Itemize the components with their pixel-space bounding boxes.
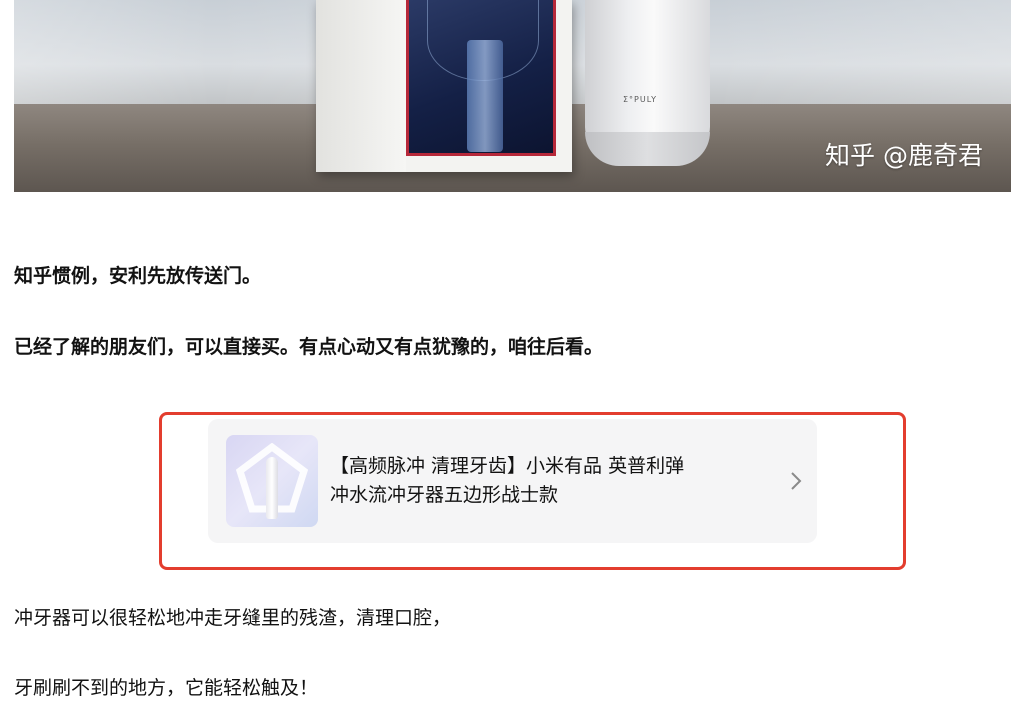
product-box: [316, 0, 572, 172]
image-watermark: 知乎 @鹿奇君: [825, 141, 983, 170]
paragraph-intro: 知乎惯例，安利先放传送门。: [14, 265, 262, 287]
product-title[interactable]: 【高频脉冲 清理牙齿】小米有品 英普利弹 冲水流冲牙器五边形战士款: [330, 452, 780, 510]
water-flosser-bottle: Σ°PULY: [585, 0, 710, 166]
bottle-brand-text: Σ°PULY: [623, 95, 658, 104]
chevron-right-icon[interactable]: [786, 469, 806, 493]
product-link-card[interactable]: 【高频脉冲 清理牙齿】小米有品 英普利弹 冲水流冲牙器五边形战士款: [208, 419, 817, 543]
box-panel: [406, 0, 556, 156]
product-thumbnail: [226, 435, 318, 527]
flosser-thumbnail-icon: [266, 457, 278, 519]
paragraph-buy-note: 已经了解的朋友们，可以直接买。有点心动又有点犹豫的，咱往后看。: [14, 336, 604, 358]
product-title-line2: 冲水流冲牙器五边形战士款: [330, 484, 559, 506]
product-title-line1: 【高频脉冲 清理牙齿】小米有品 英普利弹: [330, 455, 685, 477]
paragraph-benefit-1: 冲牙器可以很轻松地冲走牙缝里的残渣，清理口腔，: [14, 607, 452, 629]
paragraph-benefit-2: 牙刷刷不到的地方，它能轻松触及！: [14, 677, 319, 699]
article-hero-image[interactable]: Σ°PULY 知乎 @鹿奇君: [14, 0, 1011, 192]
